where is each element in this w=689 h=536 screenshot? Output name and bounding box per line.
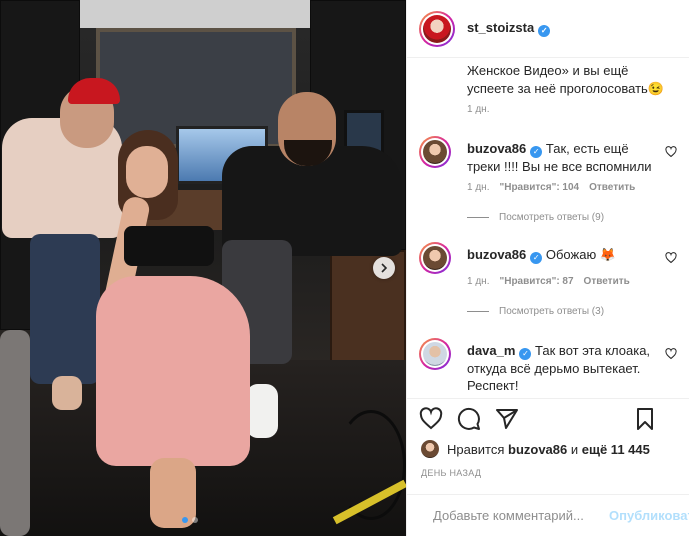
post-time-ago[interactable]: ДЕНЬ НАЗАД xyxy=(421,468,481,478)
verified-badge-icon: ✓ xyxy=(530,146,543,158)
comment-body: buzova86 ✓ Так, есть ещё треки !!!! Вы не… xyxy=(467,140,662,175)
photo-person-center-top xyxy=(124,226,214,266)
likes-count[interactable]: ещё 11 445 xyxy=(582,442,650,457)
photo-shoe xyxy=(52,376,82,410)
photo-person-center-pants xyxy=(96,276,250,466)
verified-badge-icon: ✓ xyxy=(538,25,551,37)
add-comment-bar: Опубликовать xyxy=(407,494,689,536)
view-replies-button[interactable]: Посмотреть ответы (9) xyxy=(467,212,604,223)
caption-text: Женское Видео» и вы ещё успеете за неё п… xyxy=(467,63,664,96)
next-photo-button[interactable] xyxy=(373,257,395,279)
view-replies-label[interactable]: Посмотреть ответы (9) xyxy=(499,212,604,223)
carousel-dots xyxy=(182,517,198,523)
commenter-avatar[interactable] xyxy=(419,242,451,274)
post-side-panel: st_stoizsta ✓ Женское Видео» и вы ещё усп… xyxy=(406,0,689,536)
comment-input[interactable] xyxy=(433,508,609,523)
liker-avatar xyxy=(421,440,439,458)
post-header: st_stoizsta ✓ xyxy=(407,0,689,58)
commenter-avatar[interactable] xyxy=(419,338,451,370)
replies-line xyxy=(467,217,489,218)
comment-username[interactable]: dava_m xyxy=(467,343,515,358)
carousel-dot xyxy=(182,517,188,523)
comment-body: dava_m ✓ Так вот эта клоака, откуда всё д… xyxy=(467,342,662,394)
comment-time[interactable]: 1 дн. xyxy=(467,182,489,193)
like-icon[interactable] xyxy=(419,407,443,431)
photo-person-center-face xyxy=(126,146,168,198)
commenter-avatar-image xyxy=(423,342,447,366)
publish-button[interactable]: Опубликовать xyxy=(609,508,689,523)
comment-username[interactable]: buzova86 xyxy=(467,141,526,156)
likes-joiner: и xyxy=(570,441,579,457)
comment-text: Обожаю 🦊 xyxy=(545,247,616,262)
owner-avatar[interactable] xyxy=(419,10,455,47)
replies-line xyxy=(467,311,489,312)
comment-reply-button[interactable]: Ответить xyxy=(589,182,635,193)
comment-likes[interactable]: "Нравится": 104 xyxy=(499,182,579,193)
verified-badge-icon: ✓ xyxy=(519,348,532,360)
commenter-avatar[interactable] xyxy=(419,136,451,168)
share-icon[interactable] xyxy=(495,407,519,431)
view-replies-button[interactable]: Посмотреть ответы (3) xyxy=(467,306,604,317)
comment-meta: 1 дн. "Нравится": 104 Ответить xyxy=(467,182,635,193)
comment-icon[interactable] xyxy=(457,407,481,431)
comment-likes[interactable]: "Нравится": 87 xyxy=(499,276,573,287)
comment-body: buzova86 ✓ Обожаю 🦊 xyxy=(467,246,662,264)
post-photo[interactable] xyxy=(0,0,406,536)
comment-like-icon[interactable] xyxy=(665,146,677,158)
comments-list[interactable]: Женское Видео» и вы ещё успеете за неё п… xyxy=(407,58,689,398)
likes-prefix: Нравится xyxy=(447,441,505,457)
comment-username[interactable]: buzova86 xyxy=(467,247,526,262)
save-bookmark-icon[interactable] xyxy=(633,407,657,431)
comment-reply-button[interactable]: Ответить xyxy=(584,276,630,287)
owner-avatar-image xyxy=(423,14,451,43)
action-bar xyxy=(407,398,689,438)
owner-username-text[interactable]: st_stoizsta xyxy=(467,20,534,35)
owner-username[interactable]: st_stoizsta ✓ xyxy=(467,20,551,37)
likes-summary[interactable]: Нравится buzova86 и ещё 11 445 xyxy=(421,440,650,458)
view-replies-label[interactable]: Посмотреть ответы (3) xyxy=(499,306,604,317)
comment-like-icon[interactable] xyxy=(665,252,677,264)
comment-time[interactable]: 1 дн. xyxy=(467,276,489,287)
commenter-avatar-image xyxy=(423,140,447,164)
photo-person-left-jeans xyxy=(30,234,100,384)
photo-sock xyxy=(246,384,278,438)
liker-username[interactable]: buzova86 xyxy=(508,442,567,457)
carousel-dot xyxy=(192,517,198,523)
photo-ceiling xyxy=(80,0,310,28)
photo-chair xyxy=(0,330,30,536)
verified-badge-icon: ✓ xyxy=(530,252,543,264)
chevron-right-icon xyxy=(381,263,388,273)
commenter-avatar-image xyxy=(423,246,447,270)
caption-time[interactable]: 1 дн. xyxy=(467,104,489,115)
comment-meta: 1 дн. "Нравится": 87 Ответить xyxy=(467,276,630,287)
comment-like-icon[interactable] xyxy=(665,348,677,360)
